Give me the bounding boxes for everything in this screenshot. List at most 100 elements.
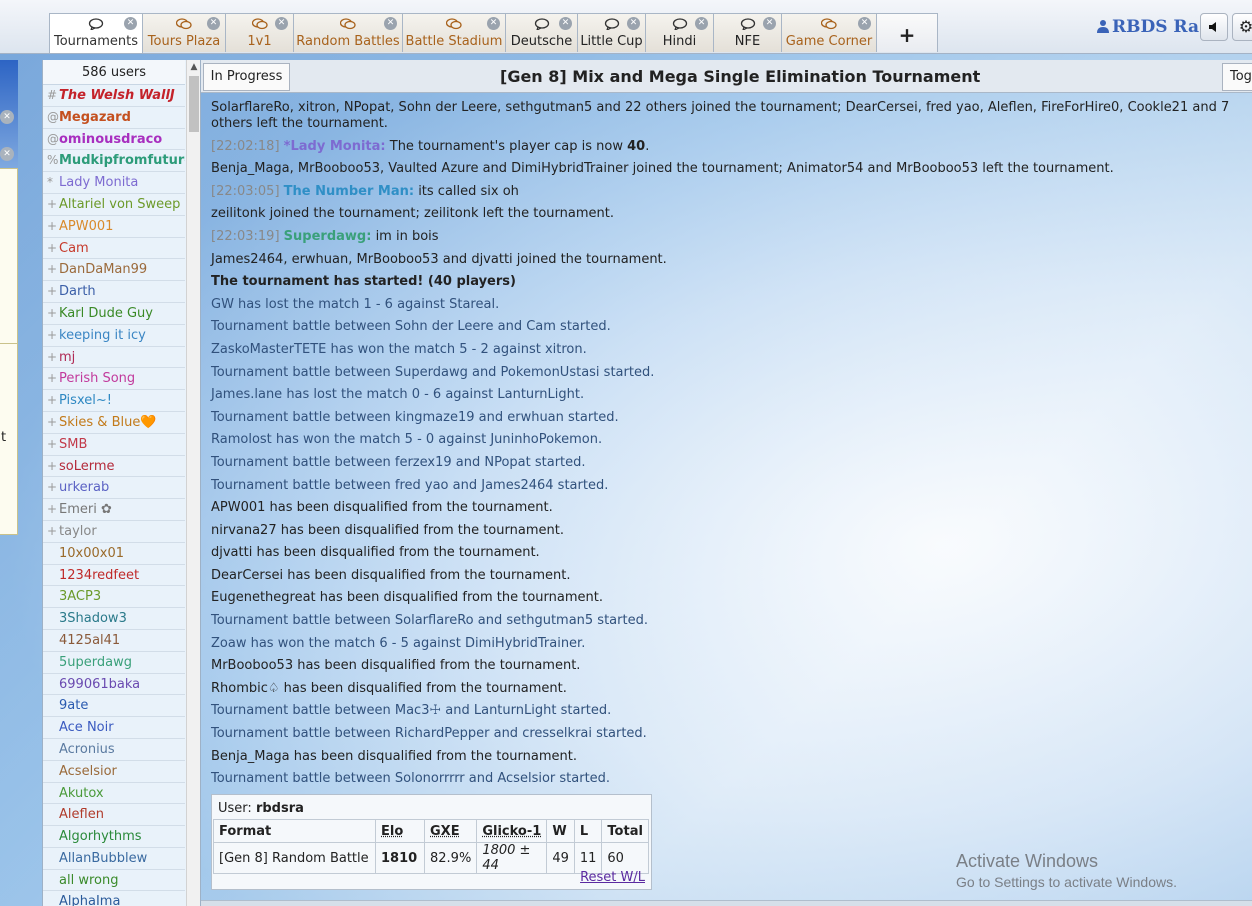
user-list-item[interactable]: # The Welsh WallJ — [43, 85, 185, 107]
user-name: taylor — [59, 523, 97, 539]
close-tab-icon[interactable]: ✕ — [627, 17, 640, 30]
user-list-item[interactable]: + Perish Song — [43, 368, 185, 391]
sound-button[interactable] — [1200, 13, 1228, 41]
col-total: Total — [601, 819, 649, 843]
user-list-item[interactable]: @Megazard — [43, 107, 185, 129]
user-list-item[interactable]: + urkerab — [43, 477, 185, 500]
user-list-scrollbar[interactable]: ▲ — [186, 60, 200, 906]
tab-tours-plaza[interactable]: Tours Plaza ✕ — [142, 13, 226, 52]
close-tab-icon[interactable]: ✕ — [858, 17, 871, 30]
user-list-item[interactable]: + Pisxel~! — [43, 390, 185, 412]
notice-text: djvatti has been disqualified from the t… — [211, 545, 540, 561]
user-name: 699061baka — [59, 676, 141, 692]
tab-hindi[interactable]: Hindi ✕ — [645, 13, 714, 52]
user-list-item[interactable]: 1234redfeet — [43, 565, 185, 587]
user-name: SMB — [59, 436, 88, 452]
user-list-item[interactable]: + Darth — [43, 281, 185, 303]
timestamp: [22:02:18] — [211, 138, 280, 154]
user-list-item[interactable]: Aleflen — [43, 804, 185, 827]
user-list-item[interactable]: AllanBubblew — [43, 848, 185, 870]
close-tab-icon[interactable]: ✕ — [695, 17, 708, 30]
tab-1v1[interactable]: 1v1 ✕ — [225, 13, 294, 52]
user-list-item[interactable]: + Karl Dude Guy — [43, 303, 185, 325]
user-list-item[interactable]: Algorhythms — [43, 826, 185, 848]
user-list-item[interactable]: all wrong — [43, 870, 185, 892]
user-list-item[interactable]: + taylor — [43, 521, 185, 543]
user-name: Pisxel~! — [59, 393, 112, 409]
user-list-item[interactable]: Akutox — [43, 783, 185, 805]
user-list-item[interactable]: Acronius — [43, 739, 185, 761]
user-list-item[interactable]: @ominousdraco — [43, 129, 185, 151]
user-list-item[interactable]: 9ate — [43, 695, 185, 718]
user-group-symbol: + — [47, 349, 58, 364]
user-name: urkerab — [59, 480, 110, 496]
close-icon[interactable]: ✕ — [0, 147, 14, 161]
user-list-item[interactable]: %Mudkipfromfuture — [43, 150, 185, 173]
close-tab-icon[interactable]: ✕ — [207, 17, 220, 30]
chat-message: [22:03:19] Superdawg: im in bois — [211, 229, 1251, 245]
tab-random-battles[interactable]: Random Battles ✕ — [293, 13, 403, 52]
user-list-item[interactable]: AlphaIma — [43, 891, 185, 906]
tab-nfe[interactable]: NFE ✕ — [713, 13, 782, 52]
user-list-item[interactable]: * Lady Monita — [43, 172, 185, 194]
close-tab-icon[interactable]: ✕ — [559, 17, 572, 30]
user-list-item[interactable]: + soLerme — [43, 456, 185, 478]
user-list-item[interactable]: 3ACP3 — [43, 586, 185, 609]
user-list-item[interactable]: + Cam — [43, 238, 185, 260]
stats-format: [Gen 8] Random Battle — [213, 842, 376, 874]
tournament-status-button[interactable]: In Progress — [203, 63, 290, 91]
user-list-item[interactable]: + Altariel von Sweep — [43, 194, 185, 216]
user-list-item[interactable]: Ace Noir — [43, 717, 185, 739]
chat-input-bar[interactable] — [201, 900, 1252, 906]
user-list-item[interactable]: + SMB — [43, 434, 185, 456]
user-name: 3Shadow3 — [59, 611, 127, 627]
user-list-item[interactable]: + DanDaMan99 — [43, 259, 185, 282]
reset-wl-link[interactable]: Reset W/L — [580, 870, 645, 885]
tab-label: Random Battles — [296, 34, 400, 49]
user-group-symbol: + — [47, 262, 58, 277]
scroll-up-icon[interactable]: ▲ — [187, 60, 200, 75]
chat-bubble-icon — [672, 18, 687, 30]
user-list-item[interactable]: 5uperdawg — [43, 652, 185, 674]
scroll-thumb[interactable] — [189, 76, 199, 132]
tab-game-corner[interactable]: Game Corner ✕ — [781, 13, 877, 52]
user-list-item[interactable]: + APW001 — [43, 216, 185, 238]
user-list-item[interactable]: + Skies & Blue🧡 — [43, 412, 185, 434]
tournament-notice: SolarflareRo, xitron, NPopat, Sohn der L… — [211, 100, 1249, 132]
settings-button[interactable]: ⚙ — [1232, 13, 1252, 41]
tournament-notice: APW001 has been disqualified from the to… — [211, 500, 1251, 516]
toggle-button[interactable]: Tog — [1222, 63, 1252, 91]
close-tab-icon[interactable]: ✕ — [384, 17, 397, 30]
tournament-battle-notice: Tournament battle between fred yao and J… — [211, 478, 1251, 494]
chat-message: [22:02:18] *Lady Monita: The tournament'… — [211, 139, 1251, 155]
close-icon[interactable]: ✕ — [0, 110, 14, 124]
tab-deutsche[interactable]: Deutsche ✕ — [505, 13, 578, 52]
user-list-item[interactable]: + Emeri ✿ — [43, 499, 185, 521]
tab-label: 1v1 — [247, 34, 272, 49]
tab-little-cup[interactable]: Little Cup ✕ — [577, 13, 646, 52]
user-list-item[interactable]: 10x00x01 — [43, 543, 185, 565]
user-list-item[interactable]: + keeping it icy — [43, 325, 185, 347]
user-name: Altariel von Sweep — [59, 196, 181, 212]
user-list-item[interactable]: + mj — [43, 347, 185, 369]
tab-battle-stadium[interactable]: Battle Stadium ✕ — [402, 13, 506, 52]
user-list-item[interactable]: Acselsior — [43, 761, 185, 783]
close-tab-icon[interactable]: ✕ — [275, 17, 288, 30]
close-tab-icon[interactable]: ✕ — [763, 17, 776, 30]
notice-text: ZaskoMasterTETE has won the match 5 - 2 … — [211, 341, 587, 357]
notice-text: Tournament battle between SolarflareRo a… — [211, 613, 648, 629]
user-list-item[interactable]: 699061baka — [43, 674, 185, 696]
tournament-battle-notice: Tournament battle between Superdawg and … — [211, 365, 1251, 381]
close-tab-icon[interactable]: ✕ — [487, 17, 500, 30]
username: RBDS Ra — [1112, 17, 1199, 37]
user-list-item[interactable]: 3Shadow3 — [43, 608, 185, 630]
chat-username: Superdawg: — [283, 228, 372, 244]
user-name: Cam — [59, 240, 89, 256]
add-tab-button[interactable]: + — [876, 13, 938, 52]
user-name: Acronius — [59, 741, 115, 757]
notice-text: DearCersei has been disqualified from th… — [211, 567, 571, 583]
close-tab-icon[interactable]: ✕ — [124, 17, 137, 30]
user-menu[interactable]: RBDS Ra — [1097, 17, 1199, 37]
user-list-item[interactable]: 4125al41 — [43, 630, 185, 652]
tab-tournaments[interactable]: Tournaments ✕ — [49, 13, 143, 53]
